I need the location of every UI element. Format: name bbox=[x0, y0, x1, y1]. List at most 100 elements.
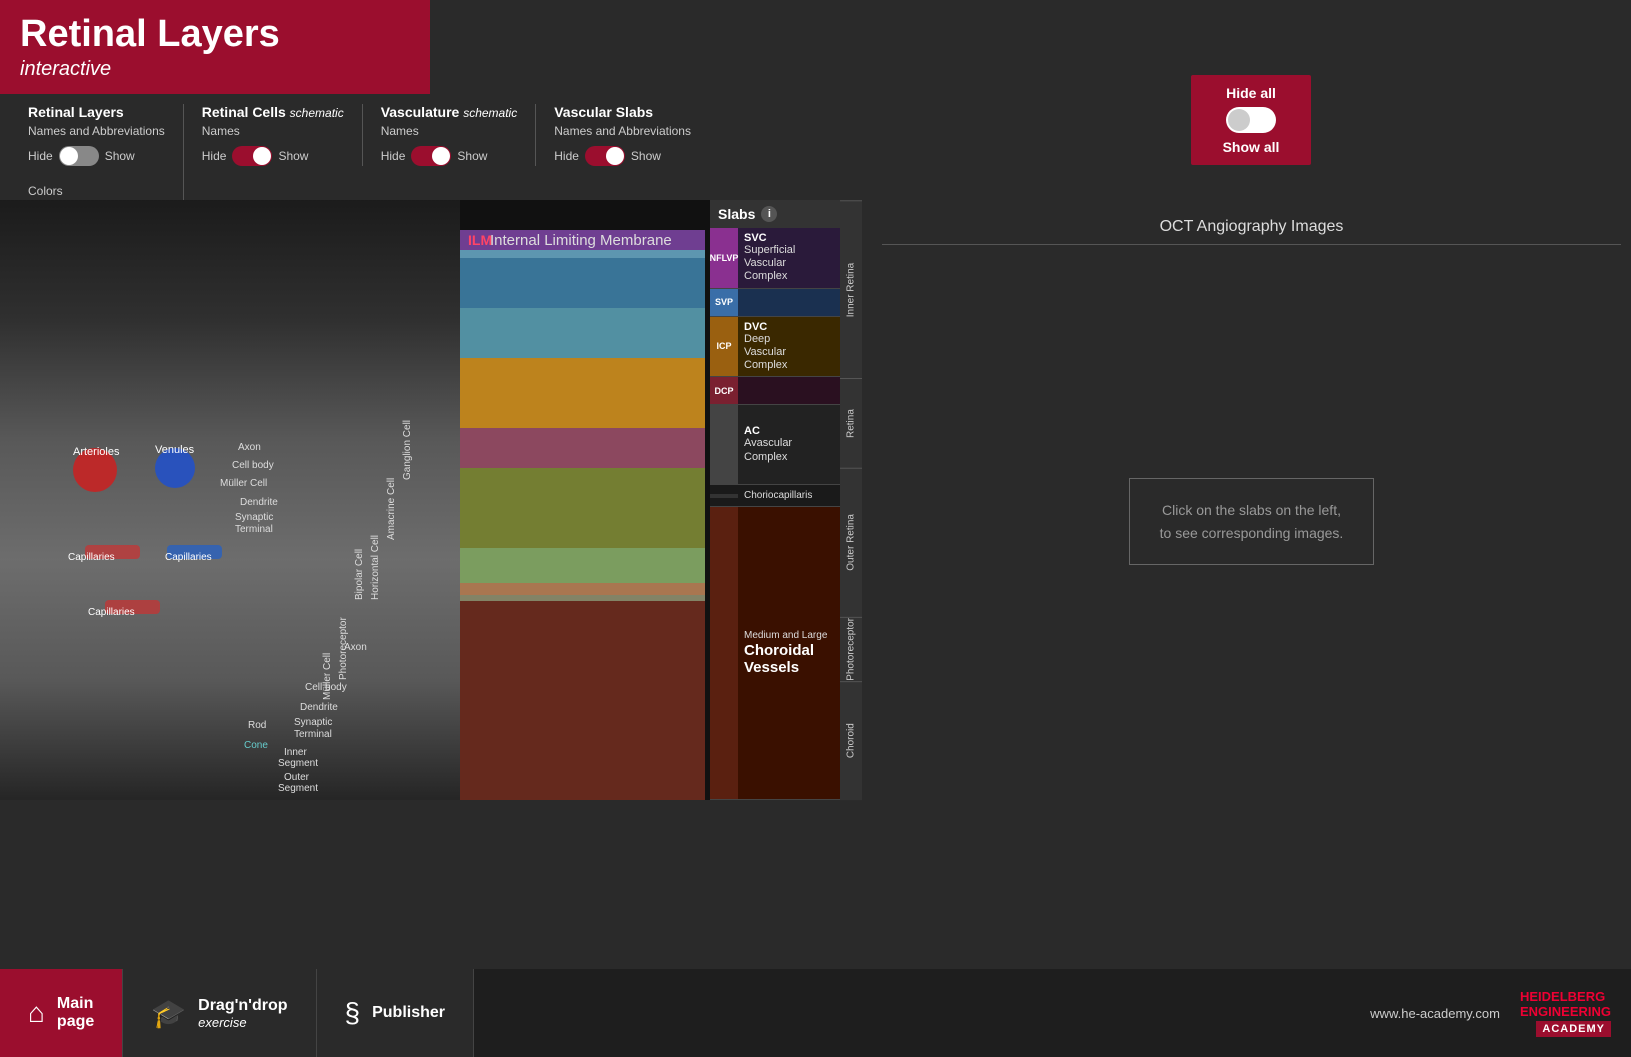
ctrl-toggle-cells-names[interactable] bbox=[232, 146, 272, 166]
oct-title: OCT Angiography Images bbox=[882, 210, 1621, 245]
slab-ac-abbr: AC bbox=[744, 425, 834, 437]
main-page-button[interactable]: ⌂ Main page bbox=[0, 969, 123, 1057]
ctrl-slabs-names-label: Names and Abbreviations bbox=[554, 124, 691, 138]
drag-n-drop-sub: exercise bbox=[198, 1015, 287, 1030]
home-icon: ⌂ bbox=[28, 997, 45, 1029]
heidelberg-brand: HEIDELBERGENGINEERING bbox=[1520, 989, 1611, 1019]
hide-all-label[interactable]: Hide all bbox=[1226, 85, 1276, 101]
ctrl-vasc-names-row: Hide Show bbox=[381, 146, 518, 166]
drag-n-drop-text: Drag'n'drop exercise bbox=[198, 997, 287, 1030]
slab-svp-content bbox=[738, 289, 840, 316]
big-toggle-knob bbox=[1228, 109, 1250, 131]
svg-text:Cell body: Cell body bbox=[232, 460, 274, 471]
svg-text:Synaptic: Synaptic bbox=[235, 512, 273, 523]
svg-text:Segment: Segment bbox=[278, 783, 318, 794]
svg-text:Cell body: Cell body bbox=[305, 682, 347, 693]
svg-text:Cone: Cone bbox=[244, 740, 268, 751]
ctrl-retinal-layers-title: Retinal Layers bbox=[28, 104, 165, 120]
slab-icp-content: DVC DeepVascularComplex bbox=[738, 317, 840, 377]
ctrl-vascular-slabs: Vascular Slabs Names and Abbreviations H… bbox=[536, 104, 709, 166]
footer: ⌂ Main page 🎓 Drag'n'drop exercise § Pub… bbox=[0, 969, 1631, 1057]
oct-placeholder-text: Click on the slabs on the left,to see co… bbox=[1160, 502, 1344, 540]
ctrl-colors-label: Colors bbox=[28, 184, 165, 198]
oct-placeholder-box: Click on the slabs on the left,to see co… bbox=[1129, 478, 1375, 565]
slab-choroid-abbr: ChoroidalVessels bbox=[744, 642, 834, 676]
svg-text:Rod: Rod bbox=[248, 720, 266, 731]
hide-show-box[interactable]: Hide all Show all bbox=[1191, 75, 1311, 165]
ctrl-vasculature: Vasculature schematic Names Hide Show bbox=[363, 104, 537, 166]
main-page-label: Main bbox=[57, 995, 94, 1013]
slab-choroid[interactable]: Medium and Large ChoroidalVessels bbox=[710, 507, 840, 800]
ctrl-toggle-slabs-names[interactable] bbox=[585, 146, 625, 166]
big-toggle[interactable] bbox=[1226, 107, 1276, 133]
main-page-label2: page bbox=[57, 1013, 94, 1031]
svg-text:Venules: Venules bbox=[155, 444, 195, 456]
ctrl-names-abbrev-row: Hide Show bbox=[28, 146, 165, 166]
toggle-knob-5 bbox=[606, 147, 624, 165]
retina-labels: Inner Retina Retina Outer Retina Photore… bbox=[840, 200, 862, 800]
svg-text:Dendrite: Dendrite bbox=[300, 702, 338, 713]
slab-dcp[interactable]: DCP bbox=[710, 377, 840, 405]
main-content: ILM Internal Limiting Membrane Arteriole… bbox=[0, 200, 1631, 969]
slab-ac[interactable]: AC AvascularComplex bbox=[710, 405, 840, 485]
svg-text:Synaptic: Synaptic bbox=[294, 717, 332, 728]
info-icon[interactable]: i bbox=[761, 206, 777, 222]
ctrl-show-label-5: Show bbox=[631, 149, 661, 163]
slab-ac-content: AC AvascularComplex bbox=[738, 405, 840, 484]
ctrl-toggle-names-abbrev[interactable] bbox=[59, 146, 99, 166]
oct-panel: OCT Angiography Images Click on the slab… bbox=[872, 200, 1631, 800]
ctrl-retinal-cells: Retinal Cells schematic Names Hide Show bbox=[184, 104, 363, 166]
slab-nflvp-content: SVC SuperficialVascularComplex bbox=[738, 228, 840, 288]
svg-text:Capillaries: Capillaries bbox=[88, 607, 135, 618]
photoreceptor-label: Photoreceptor bbox=[840, 617, 862, 681]
slab-icp[interactable]: ICP DVC DeepVascularComplex bbox=[710, 317, 840, 378]
schematic-area: ILM Internal Limiting Membrane Arteriole… bbox=[0, 200, 710, 800]
slabs-header: Slabs i bbox=[710, 200, 840, 228]
heidelberg-text: HEIDELBERGENGINEERING bbox=[1520, 989, 1611, 1019]
exercise-icon: 🎓 bbox=[151, 997, 186, 1030]
slab-svp[interactable]: SVP bbox=[710, 289, 840, 317]
toggle-knob-3 bbox=[253, 147, 271, 165]
svg-text:Capillaries: Capillaries bbox=[68, 552, 115, 563]
show-all-label[interactable]: Show all bbox=[1223, 139, 1280, 155]
header: Retinal Layers interactive bbox=[0, 0, 430, 95]
slab-svc-abbr: SVC bbox=[744, 232, 834, 244]
ctrl-toggle-vasc-names[interactable] bbox=[411, 146, 451, 166]
ctrl-hide-label-1: Hide bbox=[28, 149, 53, 163]
svg-text:Dendrite: Dendrite bbox=[240, 497, 278, 508]
svg-text:Outer: Outer bbox=[284, 772, 310, 783]
toggle-knob-1 bbox=[60, 147, 78, 165]
publisher-text: Publisher bbox=[372, 1004, 445, 1022]
ctrl-cells-names-row: Hide Show bbox=[202, 146, 344, 166]
ctrl-retinal-cells-title: Retinal Cells schematic bbox=[202, 104, 344, 120]
ctrl-hide-label-5: Hide bbox=[554, 149, 579, 163]
ctrl-names-abbrev-label: Names and Abbreviations bbox=[28, 124, 165, 138]
publisher-button[interactable]: § Publisher bbox=[317, 969, 474, 1057]
slab-choriocapillaris[interactable]: Choriocapillaris bbox=[710, 485, 840, 507]
svg-text:Amacrine Cell: Amacrine Cell bbox=[386, 478, 397, 540]
svg-text:Inner: Inner bbox=[284, 747, 307, 758]
slab-dvc-name: DeepVascularComplex bbox=[744, 333, 834, 373]
svg-text:Internal Limiting Membrane: Internal Limiting Membrane bbox=[490, 232, 672, 249]
svg-text:Terminal: Terminal bbox=[294, 729, 332, 740]
app-title: Retinal Layers bbox=[20, 14, 410, 56]
svg-text:Axon: Axon bbox=[344, 642, 367, 653]
footer-right: www.he-academy.com HEIDELBERGENGINEERING… bbox=[1370, 989, 1631, 1037]
svg-text:Ganglion Cell: Ganglion Cell bbox=[402, 420, 413, 480]
retina-label: Retina bbox=[840, 378, 862, 468]
slab-choroid-tag bbox=[710, 507, 738, 799]
slab-choroid-content: Medium and Large ChoroidalVessels bbox=[738, 507, 840, 799]
inner-retina-label: Inner Retina bbox=[840, 200, 862, 378]
svg-text:Segment: Segment bbox=[278, 758, 318, 769]
slab-nflvp[interactable]: NFLVP SVC SuperficialVascularComplex bbox=[710, 228, 840, 289]
ctrl-show-label-4: Show bbox=[457, 149, 487, 163]
ctrl-vasculature-title: Vasculature schematic bbox=[381, 104, 518, 120]
drag-n-drop-button[interactable]: 🎓 Drag'n'drop exercise bbox=[123, 969, 316, 1057]
ctrl-vasc-names-label: Names bbox=[381, 124, 518, 138]
svg-text:Capillaries: Capillaries bbox=[165, 552, 212, 563]
toggle-knob-4 bbox=[432, 147, 450, 165]
slab-dvc-abbr: DVC bbox=[744, 321, 834, 333]
publisher-icon: § bbox=[345, 997, 361, 1029]
schematic-svg: ILM Internal Limiting Membrane Arteriole… bbox=[0, 200, 710, 800]
slab-ac-tag bbox=[710, 405, 738, 484]
